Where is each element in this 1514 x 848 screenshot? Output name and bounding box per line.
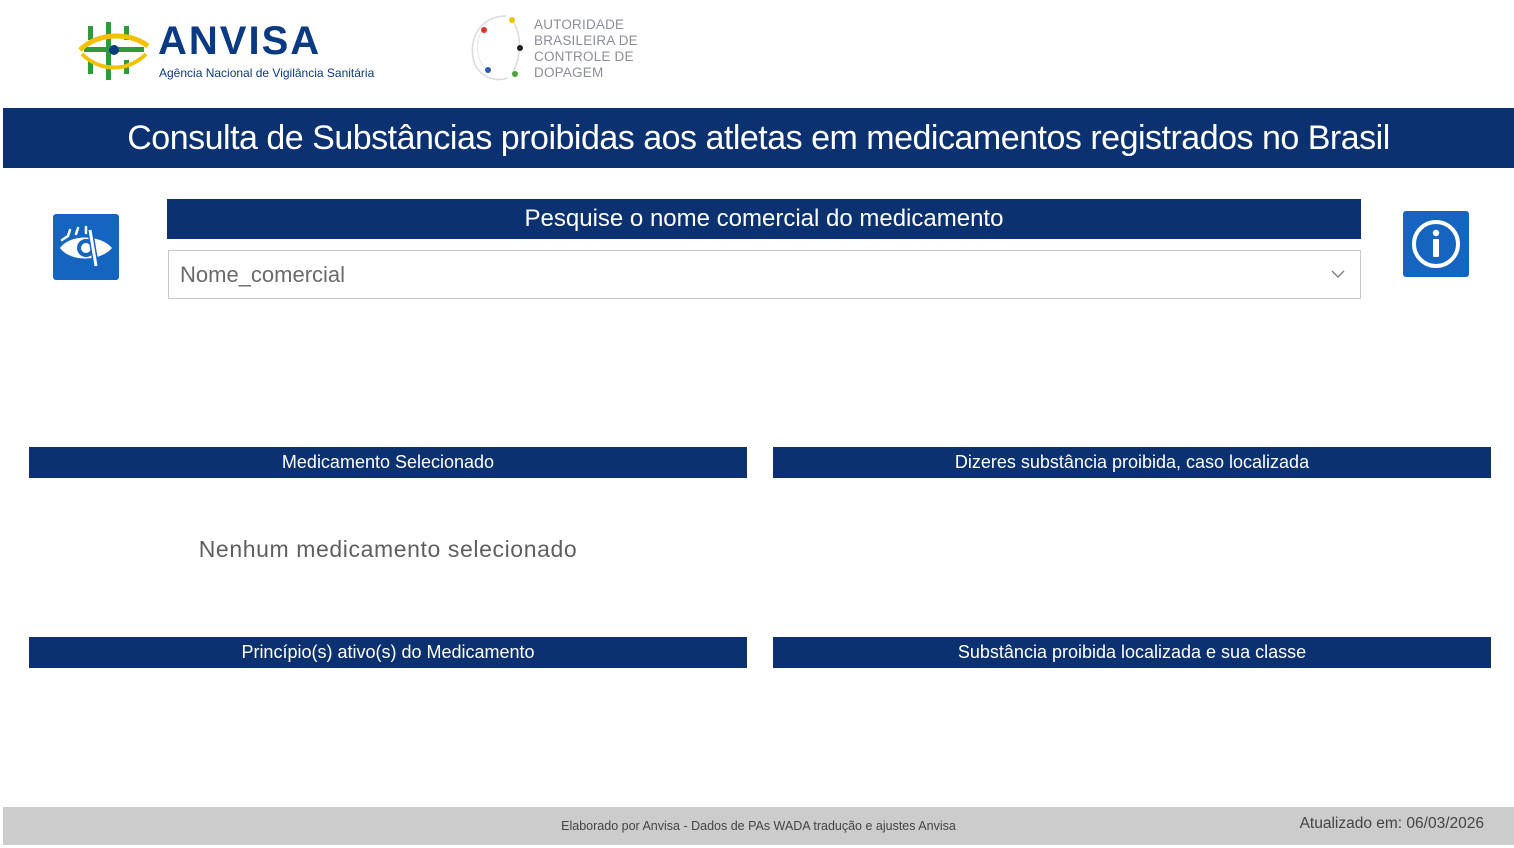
- medicine-name-dropdown[interactable]: Nome_comercial: [168, 250, 1361, 299]
- dropdown-placeholder: Nome_comercial: [180, 261, 346, 287]
- section-header-substancia: Substância proibida localizada e sua cla…: [773, 637, 1491, 668]
- info-icon: [1412, 220, 1460, 268]
- abcd-emblem-icon: [471, 15, 523, 81]
- title-banner: Consulta de Substâncias proibidas aos at…: [3, 108, 1514, 168]
- anvisa-logo: ANVISA Agência Nacional de Vigilância Sa…: [78, 16, 378, 86]
- page-title: Consulta de Substâncias proibidas aos at…: [127, 118, 1390, 157]
- abcd-line: BRASILEIRA DE: [534, 33, 638, 48]
- empty-selection-message: Nenhum medicamento selecionado: [198, 536, 578, 562]
- section-header-label: Dizeres substância proibida, caso locali…: [954, 452, 1310, 472]
- eye-icon: [60, 225, 112, 267]
- accessibility-button[interactable]: [53, 214, 119, 280]
- anvisa-emblem-icon: [78, 22, 150, 80]
- abcd-line: CONTROLE DE: [534, 49, 634, 64]
- section-header-medicamento: Medicamento Selecionado: [29, 447, 747, 478]
- footer-credit: Elaborado por Anvisa - Dados de PAs WADA…: [561, 819, 956, 833]
- abcd-wordmark: AUTORIDADE BRASILEIRA DE CONTROLE DE DOP…: [534, 17, 638, 81]
- footer-updated-date: Atualizado em: 06/03/2026: [1299, 815, 1484, 832]
- search-header-label: Pesquise o nome comercial do medicamento: [524, 205, 1004, 232]
- section-header-dizeres: Dizeres substância proibida, caso locali…: [773, 447, 1491, 478]
- anvisa-wordmark: ANVISA: [158, 19, 322, 63]
- section-header-label: Princípio(s) ativo(s) do Medicamento: [241, 642, 535, 662]
- abcd-logo: AUTORIDADE BRASILEIRA DE CONTROLE DE DOP…: [466, 12, 646, 86]
- search-header: Pesquise o nome comercial do medicamento: [167, 199, 1361, 239]
- section-header-label: Medicamento Selecionado: [281, 452, 495, 472]
- chevron-down-icon: [1331, 270, 1345, 278]
- abcd-line: DOPAGEM: [534, 65, 604, 80]
- section-header-principio: Princípio(s) ativo(s) do Medicamento: [29, 637, 747, 668]
- section-header-label: Substância proibida localizada e sua cla…: [957, 642, 1307, 662]
- anvisa-tagline: Agência Nacional de Vigilância Sanitária: [159, 66, 375, 80]
- footer: Elaborado por Anvisa - Dados de PAs WADA…: [3, 807, 1514, 845]
- abcd-line: AUTORIDADE: [534, 17, 625, 32]
- info-button[interactable]: [1403, 211, 1469, 277]
